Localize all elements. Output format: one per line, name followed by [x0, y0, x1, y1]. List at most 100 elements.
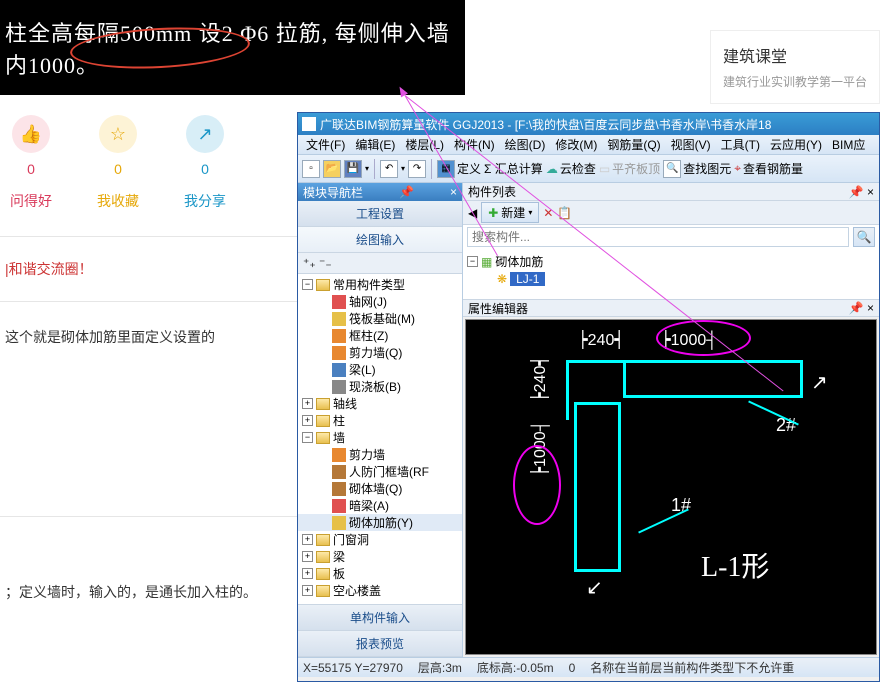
- collapse-icon[interactable]: −: [467, 256, 478, 267]
- flat-button: ▭平齐板顶: [599, 160, 660, 177]
- expand-icon[interactable]: +: [302, 415, 313, 426]
- menu-rebar[interactable]: 钢筋量(Q): [603, 136, 664, 153]
- vote-label: 我收藏: [97, 191, 139, 211]
- dim-v1: ┝240┥: [531, 356, 550, 402]
- vote-good[interactable]: 👍 0 问得好: [10, 115, 52, 211]
- vote-count: 0: [201, 161, 209, 177]
- selected-component[interactable]: LJ-1: [510, 272, 545, 286]
- view-rebar-button[interactable]: ⌖查看钢筋量: [734, 160, 803, 177]
- slab-icon: [332, 380, 346, 394]
- statusbar: X=55175 Y=27970 层高:3m 底标高:-0.05m 0 名称在当前…: [298, 657, 879, 677]
- find-button[interactable]: 🔍查找图元: [663, 160, 731, 178]
- menu-view[interactable]: 视图(V): [667, 136, 715, 153]
- cad-rect: [574, 402, 621, 572]
- tab-draw-input[interactable]: 绘图输入: [298, 227, 462, 253]
- vote-share[interactable]: ↗ 0 我分享: [184, 115, 226, 211]
- spec-banner: 柱全高每隔500mm 设2 Φ6 拉筋, 每侧伸入墙内1000。: [0, 0, 465, 95]
- search-icon: 🔍: [857, 230, 872, 244]
- app-window: 广联达BIM钢筋算量软件 GGJ2013 - [F:\我的快盘\百度云同步盘\书…: [297, 112, 880, 682]
- card-subtitle: 建筑行业实训教学第一平台: [723, 73, 867, 91]
- vote-fav[interactable]: ☆ 0 我收藏: [97, 115, 139, 211]
- menu-edit[interactable]: 编辑(E): [351, 136, 399, 153]
- shearwall-icon: [332, 346, 346, 360]
- close-icon[interactable]: ×: [450, 185, 457, 199]
- expand-icon[interactable]: +: [302, 585, 313, 596]
- search-input[interactable]: [467, 227, 849, 247]
- undo-icon[interactable]: ↶: [380, 160, 398, 178]
- drawing-viewport[interactable]: ┝240┥ ┝1000┤ ┝240┥ ┝1000┤ 2# 1# L-1形 ↗ ↙: [465, 319, 877, 655]
- tab-project-settings[interactable]: 工程设置: [298, 201, 462, 227]
- vote-count: 0: [114, 161, 122, 177]
- pin-icon[interactable]: 📌: [399, 185, 414, 199]
- doorframe-icon: [332, 465, 346, 479]
- beam-icon: [332, 363, 346, 377]
- expand-icon[interactable]: +: [302, 568, 313, 579]
- card-title: 建筑课堂: [723, 43, 867, 67]
- save-icon[interactable]: 💾: [344, 160, 362, 178]
- status-coords: X=55175 Y=27970: [303, 661, 403, 675]
- grid-icon: [332, 295, 346, 309]
- status-bottom: 底标高:-0.05m: [477, 659, 554, 676]
- folder-icon: [316, 585, 330, 597]
- red-ellipse: [513, 445, 561, 525]
- thumbs-up-icon: 👍: [12, 115, 50, 153]
- new-button[interactable]: ✚新建▾: [481, 202, 539, 223]
- pin-icon[interactable]: 📌: [849, 301, 864, 315]
- masonry-icon: [332, 482, 346, 496]
- menu-bim[interactable]: BIM应: [828, 136, 869, 153]
- window-title: 广联达BIM钢筋算量软件 GGJ2013 - [F:\我的快盘\百度云同步盘\书…: [320, 116, 771, 133]
- folder-icon: [316, 432, 330, 444]
- toolbar: ▫ 📂 💾 ▾ ↶ ▾ ↷ ▦定义 Σ 汇总计算 ☁云检查 ▭平齐板顶 🔍查找图…: [298, 155, 879, 183]
- cloud-check-button[interactable]: ☁云检查: [546, 160, 596, 177]
- close-icon[interactable]: ×: [867, 185, 874, 199]
- component-toolbar: ◀ ✚新建▾ ✕ 📋: [463, 201, 879, 225]
- expand-icon[interactable]: +: [302, 534, 313, 545]
- nav-panel-header: 模块导航栏 📌 ×: [298, 183, 462, 201]
- left-panel: 模块导航栏 📌 × 工程设置 绘图输入 ⁺₊ ⁻₋ −常用构件类型 轴网(J) …: [298, 183, 463, 657]
- star-icon: ☆: [99, 115, 137, 153]
- raft-icon: [332, 312, 346, 326]
- menu-bar: 文件(F) 编辑(E) 楼层(L) 构件(N) 绘图(D) 修改(M) 钢筋量(…: [298, 135, 879, 155]
- sidebar-card[interactable]: 建筑课堂 建筑行业实训教学第一平台: [710, 30, 880, 104]
- component-list-header: 构件列表 📌 ×: [463, 183, 879, 201]
- close-icon[interactable]: ×: [867, 301, 874, 315]
- collapse-icon[interactable]: −: [302, 432, 313, 443]
- menu-floor[interactable]: 楼层(L): [401, 136, 448, 153]
- menu-cloud[interactable]: 云应用(Y): [766, 136, 826, 153]
- folder-icon: [316, 398, 330, 410]
- component-tree[interactable]: −常用构件类型 轴网(J) 筏板基础(M) 框柱(Z) 剪力墙(Q) 梁(L) …: [298, 274, 462, 604]
- shape-label: L-1形: [701, 545, 769, 585]
- dim-h1: ┝240┥: [578, 330, 624, 350]
- menu-draw[interactable]: 绘图(D): [501, 136, 550, 153]
- redo-icon[interactable]: ↷: [408, 160, 426, 178]
- tab-single-input[interactable]: 单构件输入: [298, 605, 462, 631]
- tree-toolbar[interactable]: ⁺₊ ⁻₋: [298, 253, 462, 274]
- expand-icon[interactable]: +: [302, 398, 313, 409]
- vote-label: 我分享: [184, 191, 226, 211]
- folder-icon: [316, 279, 330, 291]
- new-file-icon[interactable]: ▫: [302, 160, 320, 178]
- tab-report[interactable]: 报表预览: [298, 631, 462, 657]
- expand-icon[interactable]: +: [302, 551, 313, 562]
- share-icon: ↗: [186, 115, 224, 153]
- collapse-icon[interactable]: −: [302, 279, 313, 290]
- column-icon: [332, 329, 346, 343]
- shearwall-icon: [332, 448, 346, 462]
- component-instance-tree[interactable]: −▦砌体加筋 ❋LJ-1: [463, 249, 879, 299]
- menu-file[interactable]: 文件(F): [302, 136, 349, 153]
- pin-icon[interactable]: 📌: [849, 185, 864, 199]
- status-floor: 层高:3m: [418, 659, 462, 676]
- vote-label: 问得好: [10, 191, 52, 211]
- magenta-ellipse: [656, 320, 751, 356]
- hiddenbeam-icon: [332, 499, 346, 513]
- menu-tools[interactable]: 工具(T): [717, 136, 764, 153]
- masonry-rebar-icon: [332, 516, 346, 530]
- down-arrow-icon: ↙: [586, 575, 603, 600]
- folder-icon: [316, 568, 330, 580]
- menu-modify[interactable]: 修改(M): [551, 136, 601, 153]
- folder-icon: [316, 415, 330, 427]
- search-button[interactable]: 🔍: [853, 227, 875, 247]
- titlebar[interactable]: 广联达BIM钢筋算量软件 GGJ2013 - [F:\我的快盘\百度云同步盘\书…: [298, 113, 879, 135]
- cad-rect: [623, 360, 803, 398]
- open-file-icon[interactable]: 📂: [323, 160, 341, 178]
